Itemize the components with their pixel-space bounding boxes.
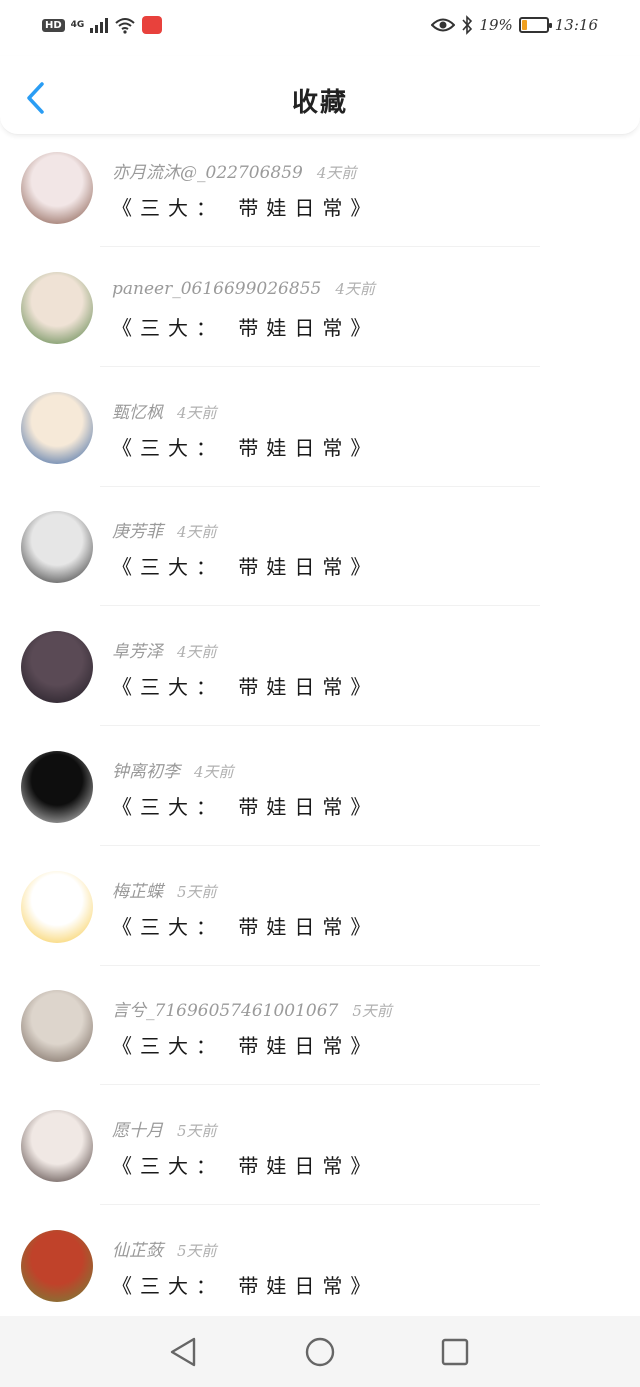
item-title[interactable]: 《三大： 带娃日常》 [112, 192, 378, 221]
list-item[interactable]: 梅芷蝶 5天前《三大： 带娃日常》 [0, 857, 640, 977]
favorites-list: 亦月流沐@_022706859 4天前 《三大： 带娃日常》 paneer_06166… [0, 138, 640, 1336]
item-title[interactable]: 《三大： 带娃日常》 [112, 911, 378, 940]
list-item[interactable]: 钟离初李 4天前《三大： 带娃日常》 [0, 737, 640, 857]
user-name[interactable]: 钟离初李 [112, 762, 180, 782]
item-meta: paneer_0616699026855 4天前 [112, 278, 375, 299]
battery-icon [518, 17, 552, 33]
item-title[interactable]: 《三大： 带娃日常》 [112, 432, 378, 461]
item-title[interactable]: 《三大： 带娃日常》 [112, 1150, 378, 1179]
timestamp: 5天前 [352, 1002, 392, 1021]
avatar[interactable] [21, 152, 93, 224]
list-item[interactable]: 阜芳泽 4天前《三大： 带娃日常》 [0, 617, 640, 737]
clock: 13:16 [554, 16, 598, 34]
item-meta: 亦月流沐@_022706859 4天前 [112, 158, 356, 183]
divider [100, 246, 540, 247]
list-item[interactable]: 甄忆枫 4天前《三大： 带娃日常》 [0, 378, 640, 498]
system-nav-bar [0, 1316, 640, 1387]
list-item[interactable]: 亦月流沐@_022706859 4天前《三大： 带娃日常》 [0, 138, 640, 258]
square-recents-icon[interactable] [437, 1334, 473, 1370]
user-name[interactable]: 亦月流沐@_022706859 [112, 163, 303, 183]
item-meta: 钟离初李 4天前 [112, 757, 234, 782]
bluetooth-icon [462, 15, 473, 35]
item-meta: 阜芳泽 4天前 [112, 637, 217, 662]
item-meta: 愿十月 5天前 [112, 1116, 217, 1141]
status-bar-right: 19% 13:16 [431, 15, 598, 35]
status-bar: HD 4G 19% 13:16 [0, 0, 640, 56]
list-item[interactable]: 庚芳菲 4天前《三大： 带娃日常》 [0, 497, 640, 617]
item-meta: 梅芷蝶 5天前 [112, 877, 217, 902]
timestamp: 5天前 [177, 882, 217, 901]
item-meta: 仙芷蔹 5天前 [112, 1236, 217, 1261]
signal-icon [90, 17, 109, 33]
user-name[interactable]: 言兮_7169605746100106​7 [112, 1001, 338, 1021]
page-title: 收藏 [291, 88, 348, 118]
item-title[interactable]: 《三大： 带娃日常》 [112, 312, 378, 341]
eye-icon [431, 18, 456, 32]
item-title[interactable]: 《三大： 带娃日常》 [112, 671, 378, 700]
divider [100, 605, 540, 607]
timestamp: 4天前 [335, 279, 375, 298]
item-title[interactable]: 《三大： 带娃日常》 [112, 551, 378, 580]
divider [100, 844, 540, 846]
item-title[interactable]: 《三大： 带娃日常》 [112, 791, 378, 820]
avatar[interactable] [21, 271, 93, 344]
divider [100, 1204, 540, 1205]
timestamp: 4天前 [177, 523, 217, 542]
timestamp: 4天前 [316, 164, 357, 182]
avatar[interactable] [21, 1229, 93, 1302]
divider [100, 725, 540, 726]
network-type: 4G [70, 19, 85, 30]
timestamp: 5天前 [177, 1241, 217, 1260]
status-bar-left: HD 4G [42, 16, 163, 34]
user-name[interactable]: 甄忆枫 [112, 403, 163, 423]
avatar[interactable] [21, 391, 93, 464]
huawei-app-icon [142, 16, 163, 34]
item-title[interactable]: 《三大： 带娃日常》 [112, 1030, 378, 1059]
user-name[interactable]: 梅芷蝶 [112, 882, 163, 902]
timestamp: 4天前 [194, 762, 234, 781]
avatar[interactable] [21, 990, 93, 1063]
avatar[interactable] [21, 870, 93, 943]
avatar[interactable] [21, 750, 93, 823]
list-item[interactable]: 言兮_7169605746100106​7 5天前《三大： 带娃日常》 [0, 976, 640, 1096]
item-meta: 言兮_7169605746100106​7 5天前 [112, 996, 392, 1021]
item-title[interactable]: 《三大： 带娃日常》 [112, 1270, 378, 1299]
avatar[interactable] [21, 1110, 93, 1182]
divider [100, 964, 540, 966]
app-header: 收藏 [0, 56, 640, 135]
circle-home-icon[interactable] [302, 1334, 338, 1370]
user-name[interactable]: 愿十月 [112, 1121, 163, 1141]
item-meta: 甄忆枫 4天前 [112, 398, 217, 423]
wifi-icon [115, 18, 135, 34]
list-item[interactable]: 愿十月 5天前《三大： 带娃日常》 [0, 1096, 640, 1216]
list-item[interactable]: paneer_0616699026855 4天前《三大： 带娃日常》 [0, 258, 640, 378]
user-name[interactable]: 仙芷蔹 [112, 1241, 163, 1261]
divider [100, 485, 540, 487]
user-name[interactable]: 庚芳菲 [112, 522, 163, 542]
timestamp: 4天前 [177, 643, 217, 661]
avatar[interactable] [21, 511, 93, 584]
user-name[interactable]: paneer_0616699026855 [112, 279, 321, 299]
divider [100, 1084, 540, 1086]
divider [100, 365, 540, 367]
item-meta: 庚芳菲 4天前 [112, 517, 217, 542]
timestamp: 4天前 [177, 403, 217, 422]
battery-percent: 19% [479, 16, 513, 34]
user-name[interactable]: 阜芳泽 [112, 642, 163, 662]
timestamp: 5天前 [177, 1122, 217, 1140]
hd-badge: HD [42, 18, 65, 32]
avatar[interactable] [21, 631, 93, 703]
triangle-back-icon[interactable] [166, 1334, 202, 1370]
